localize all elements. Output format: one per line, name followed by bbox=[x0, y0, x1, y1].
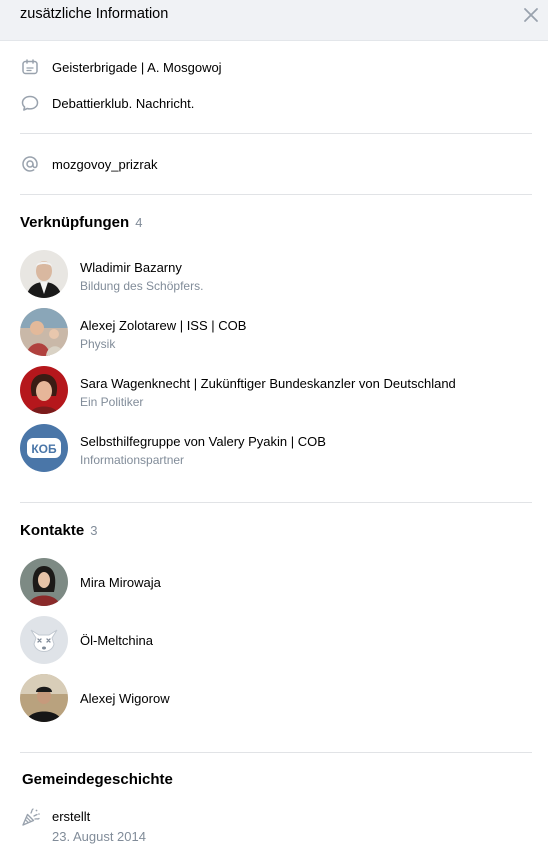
modal-header: zusätzliche Information bbox=[0, 0, 548, 41]
link-name: Alexej Zolotarew | ISS | COB bbox=[80, 318, 247, 333]
info-text-brigade: Geisterbrigade | A. Mosgowoj bbox=[52, 59, 222, 75]
info-text-debate: Debattierklub. Nachricht. bbox=[52, 95, 195, 111]
avatar: КОБ bbox=[20, 424, 68, 472]
divider bbox=[20, 502, 532, 503]
contact-name: Alexej Wigorow bbox=[80, 691, 170, 706]
link-item[interactable]: Alexej Zolotarew | ISS | COB Physik bbox=[20, 308, 532, 356]
info-row-handle[interactable]: mozgovoy_prizrak bbox=[20, 152, 520, 176]
contact-item[interactable]: Öl-Meltchina bbox=[20, 616, 532, 664]
modal-title: zusätzliche Information bbox=[20, 6, 169, 22]
chat-bubble-icon bbox=[20, 93, 40, 113]
contact-item[interactable]: Mira Mirowaja bbox=[20, 558, 532, 606]
avatar bbox=[20, 250, 68, 298]
avatar bbox=[20, 616, 68, 664]
link-name: Selbsthilfegruppe von Valery Pyakin | CO… bbox=[80, 434, 326, 449]
close-button[interactable] bbox=[520, 4, 542, 26]
links-title: Verknüpfungen bbox=[20, 214, 130, 231]
history-section-title: Gemeindegeschichte bbox=[22, 771, 173, 788]
at-sign-icon bbox=[20, 154, 40, 174]
links-count: 4 bbox=[135, 215, 143, 230]
calendar-event-icon bbox=[20, 57, 40, 77]
link-description: Ein Politiker bbox=[80, 395, 144, 409]
contacts-section-title: Kontakte 3 bbox=[20, 522, 97, 539]
party-popper-icon bbox=[20, 806, 42, 828]
contact-name: Öl-Meltchina bbox=[80, 633, 153, 648]
avatar-logo-text: КОБ bbox=[31, 442, 57, 456]
avatar bbox=[20, 558, 68, 606]
divider bbox=[20, 752, 532, 753]
link-description: Bildung des Schöpfers. bbox=[80, 279, 204, 293]
link-item[interactable]: Wladimir Bazarny Bildung des Schöpfers. bbox=[20, 250, 532, 298]
divider bbox=[20, 133, 532, 134]
divider bbox=[20, 194, 532, 195]
info-row-debate: Debattierklub. Nachricht. bbox=[20, 91, 520, 115]
link-item[interactable]: КОБ Selbsthilfegruppe von Valery Pyakin … bbox=[20, 424, 532, 472]
handle-text: mozgovoy_prizrak bbox=[52, 156, 158, 172]
avatar bbox=[20, 308, 68, 356]
info-row-brigade: Geisterbrigade | A. Mosgowoj bbox=[20, 55, 520, 79]
avatar bbox=[20, 366, 68, 414]
link-description: Informationspartner bbox=[80, 453, 185, 467]
contacts-title: Kontakte bbox=[20, 522, 85, 539]
link-name: Wladimir Bazarny bbox=[80, 260, 182, 275]
link-item[interactable]: Sara Wagenknecht | Zukünftiger Bundeskan… bbox=[20, 366, 532, 414]
close-icon bbox=[524, 8, 538, 22]
avatar bbox=[20, 674, 68, 722]
history-event-date: 23. August 2014 bbox=[52, 829, 146, 844]
link-name: Sara Wagenknecht | Zukünftiger Bundeskan… bbox=[80, 376, 456, 391]
history-event-label: erstellt bbox=[52, 809, 91, 824]
link-description: Physik bbox=[80, 337, 116, 351]
links-section-title: Verknüpfungen 4 bbox=[20, 214, 142, 231]
contacts-count: 3 bbox=[90, 523, 98, 538]
contact-item[interactable]: Alexej Wigorow bbox=[20, 674, 532, 722]
contact-name: Mira Mirowaja bbox=[80, 575, 161, 590]
